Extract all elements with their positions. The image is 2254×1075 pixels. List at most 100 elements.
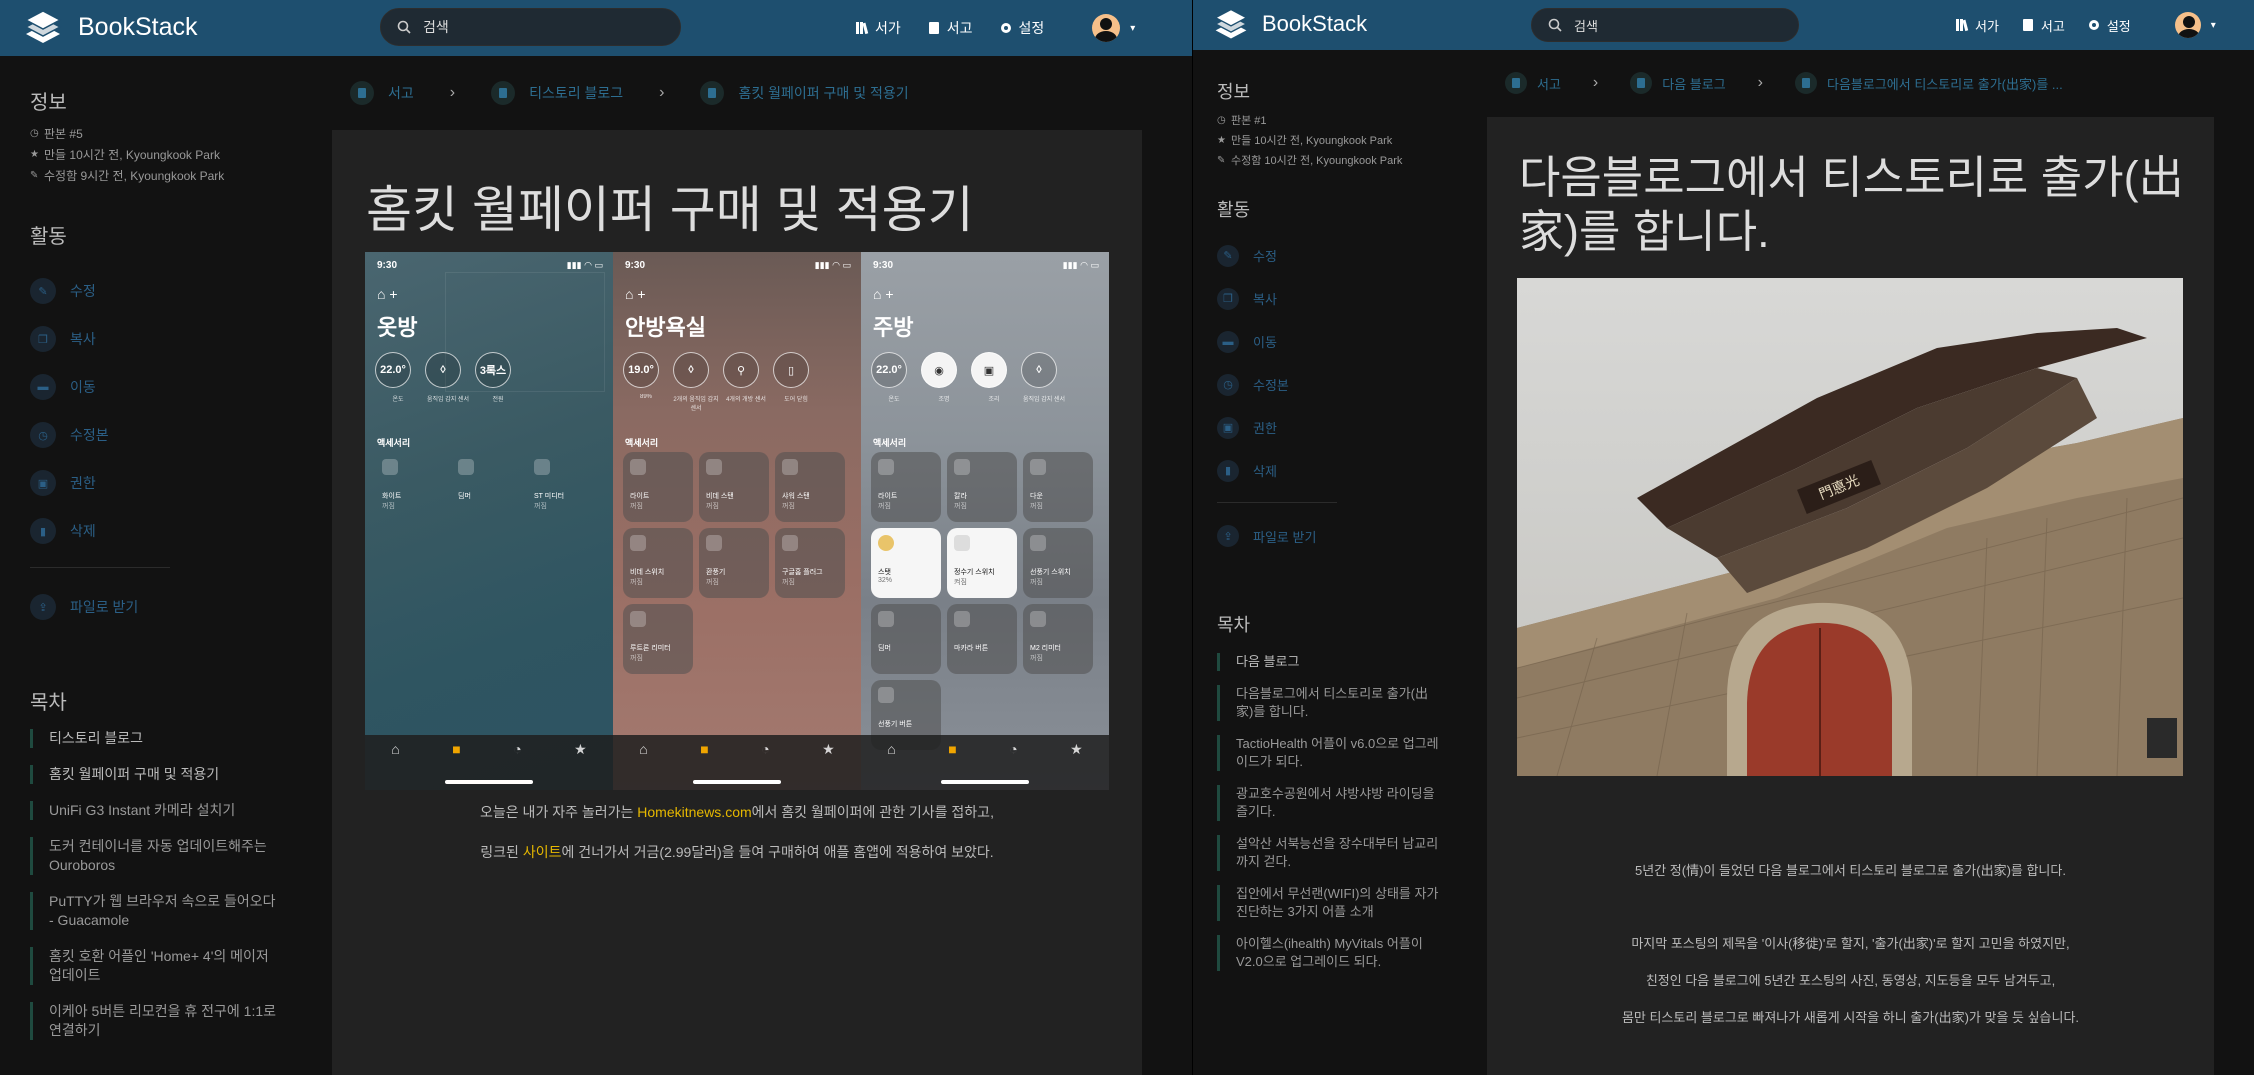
toc-item[interactable]: PuTTY가 웹 브라우저 속으로 들어오다 - Guacamole <box>30 892 280 930</box>
action-revisions[interactable]: ◷ 수정본 <box>1217 363 1417 406</box>
folder-icon: ▬ <box>1217 330 1239 353</box>
tile-name: 다운 <box>1030 493 1043 500</box>
action-export[interactable]: ⇪ 파일로 받기 <box>1217 523 1417 549</box>
nav-settings[interactable]: 설정 <box>2087 16 2131 35</box>
outlet-icon <box>534 459 550 475</box>
sensor-row: 19.0° ◊ ⚲ ▯ <box>623 352 823 388</box>
action-label: 이동 <box>70 379 96 395</box>
tile-state: 32% <box>878 577 893 584</box>
breadcrumb-page[interactable]: 홈킷 월페이퍼 구매 및 적용기 <box>700 81 909 105</box>
toc-item[interactable]: 설악산 서북능선을 장수대부터 남교리까지 걷다. <box>1217 835 1439 871</box>
accessories-label: 액세서리 <box>377 438 411 448</box>
toc-item[interactable]: 홈킷 호환 어플인 'Home+ 4'의 메이저 업데이트 <box>30 947 280 985</box>
accessory-tile: 딤머 <box>451 452 521 522</box>
action-edit[interactable]: ✎ 수정 <box>30 267 280 315</box>
action-move[interactable]: ▬ 이동 <box>1217 320 1417 363</box>
bookstack-logo-icon <box>1214 8 1248 39</box>
right-window: BookStack 검색 서가 서고 설정 ▾ 정보 ◷ 판본 #1 ★ 만들 … <box>1192 0 2254 1075</box>
toc-list: 티스토리 블로그 홈킷 월페이퍼 구매 및 적용기 UniFi G3 Insta… <box>30 729 280 1040</box>
pencil-icon: ✎ <box>30 170 39 181</box>
phone-time: 9:30 <box>625 260 646 271</box>
accessory-tile: 샤워 스탠 꺼짐 <box>775 452 845 522</box>
action-export[interactable]: ⇪ 파일로 받기 <box>30 592 280 622</box>
action-copy[interactable]: ❐ 복사 <box>30 315 280 363</box>
export-icon: ⇪ <box>30 594 56 620</box>
action-label: 권한 <box>1253 421 1277 436</box>
toc-heading: 목차 <box>1217 615 1251 635</box>
room-title: 옷방 <box>377 315 418 340</box>
nav-settings[interactable]: 설정 <box>999 18 1044 38</box>
action-edit[interactable]: ✎ 수정 <box>1217 234 1417 277</box>
action-move[interactable]: ▬ 이동 <box>30 363 280 411</box>
homekitnews-link[interactable]: Homekitnews.com <box>637 804 751 820</box>
created-text: 만들 10시간 전, Kyoungkook Park <box>1231 135 1393 147</box>
light-icon <box>782 459 798 475</box>
toc-item[interactable]: 다음블로그에서 티스토리로 출가(出家)를 합니다. <box>1217 685 1439 721</box>
action-delete[interactable]: ▮ 삭제 <box>30 507 280 555</box>
folder-icon: ▬ <box>30 374 56 400</box>
action-permissions[interactable]: ▣ 권한 <box>1217 406 1417 449</box>
top-nav: 서가 서고 설정 ▾ <box>1955 12 2216 38</box>
action-copy[interactable]: ❐ 복사 <box>1217 277 1417 320</box>
action-revisions[interactable]: ◷ 수정본 <box>30 411 280 459</box>
app-logo[interactable]: BookStack <box>1212 5 1367 43</box>
action-permissions[interactable]: ▣ 권한 <box>30 459 280 507</box>
toc-item[interactable]: 광교호수공원에서 샤방샤방 라이딩을 즐기다. <box>1217 785 1439 821</box>
breadcrumb-chapter[interactable]: 다음 블로그 <box>1630 72 1726 94</box>
sensor-row: 22.0° ◊ 3록스 <box>375 352 525 388</box>
toc-item[interactable]: 홈킷 월페이퍼 구매 및 적용기 <box>30 765 280 784</box>
breadcrumb-page[interactable]: 다음블로그에서 티스토리로 출가(出家)를 ... <box>1795 72 2063 94</box>
search-input[interactable]: 검색 <box>380 8 681 46</box>
gear-icon <box>2088 20 2099 30</box>
favorites-tab-icon: ★ <box>574 741 587 757</box>
user-menu-caret-icon[interactable]: ▾ <box>1130 23 1135 34</box>
left-window: BookStack 검색 서가 서고 설정 ▾ 정보 ◷ 판본 #5 ★ 만들 … <box>0 0 1192 1075</box>
accessories-label: 액세서리 <box>625 438 659 448</box>
toc-item[interactable]: 집안에서 무선랜(WIFI)의 상태를 자가 진단하는 3가지 어플 소개 <box>1217 885 1439 921</box>
nav-shelves-label: 서가 <box>875 20 901 36</box>
toc-item[interactable]: 아이헬스(ihealth) MyVitals 어플이 V2.0으로 업그레이드 … <box>1217 935 1439 971</box>
copy-icon: ❐ <box>30 326 56 352</box>
bookstack-logo-icon <box>24 10 62 43</box>
toc-item[interactable]: 다음 블로그 <box>1217 653 1439 671</box>
sensor-badge: 22.0° <box>375 352 411 388</box>
tile-name: 샤워 스탠 <box>782 493 810 500</box>
nav-shelves[interactable]: 서가 <box>855 18 901 38</box>
toc-item[interactable]: TactioHealth 어플이 v6.0으로 업그레이드가 되다. <box>1217 735 1439 771</box>
action-delete[interactable]: ▮ 삭제 <box>1217 449 1417 492</box>
history-icon: ◷ <box>1217 373 1239 396</box>
toc-item[interactable]: 이케아 5버튼 리모컨을 휴 전구에 1:1로 연결하기 <box>30 1002 280 1040</box>
page-content-card: 홈킷 월페이퍼 구매 및 적용기 9:30 ▮▮▮ ◠ ▭ ⌂ + 옷방 22.… <box>332 130 1142 1075</box>
revision-text: 판본 #1 <box>1231 115 1267 127</box>
toc-list: 다음 블로그 다음블로그에서 티스토리로 출가(出家)를 합니다. Tactio… <box>1217 653 1439 971</box>
tile-state: 꺼짐 <box>382 503 395 510</box>
tile-state: 꺼짐 <box>1030 655 1043 662</box>
breadcrumb-label: 다음 블로그 <box>1662 76 1726 92</box>
user-avatar[interactable] <box>2174 12 2201 38</box>
app-logo[interactable]: BookStack <box>22 6 198 48</box>
user-avatar[interactable] <box>1092 14 1121 42</box>
para-text: 에 건너가서 거금(2.99달러)을 들여 구매하여 애플 홈앱에 적용하여 보… <box>561 844 994 860</box>
nav-books[interactable]: 서고 <box>2021 16 2065 35</box>
toc-item[interactable]: 도커 컨테이너를 자동 업데이트해주는 Ouroboros <box>30 837 280 875</box>
toc-item[interactable]: UniFi G3 Instant 카메라 설치기 <box>30 801 280 820</box>
breadcrumb-book[interactable]: 서고 <box>350 81 414 105</box>
lamp-icon <box>954 459 970 475</box>
search-input[interactable]: 검색 <box>1531 8 1799 42</box>
user-menu-caret-icon[interactable]: ▾ <box>2211 20 2216 31</box>
toc-item[interactable]: 티스토리 블로그 <box>30 729 280 748</box>
nav-shelves[interactable]: 서가 <box>1955 16 1999 35</box>
history-icon: ◷ <box>30 128 39 139</box>
home-icon: ⌂ + <box>625 286 646 302</box>
home-icon: ⌂ + <box>873 286 894 302</box>
breadcrumb-book[interactable]: 서고 <box>1505 72 1561 94</box>
updated-line: ✎ 수정함 9시간 전, Kyoungkook Park <box>30 167 280 184</box>
site-link[interactable]: 사이트 <box>523 844 562 860</box>
motion-sensor-icon: ◊ <box>425 352 461 388</box>
nav-books[interactable]: 서고 <box>927 18 973 38</box>
breadcrumb-chapter[interactable]: 티스토리 블로그 <box>491 81 623 105</box>
chevron-right-icon: › <box>449 84 456 101</box>
accessory-tile: 비데 스위치 꺼짐 <box>623 528 693 598</box>
button-icon <box>878 687 894 703</box>
pencil-icon: ✎ <box>1217 244 1239 267</box>
